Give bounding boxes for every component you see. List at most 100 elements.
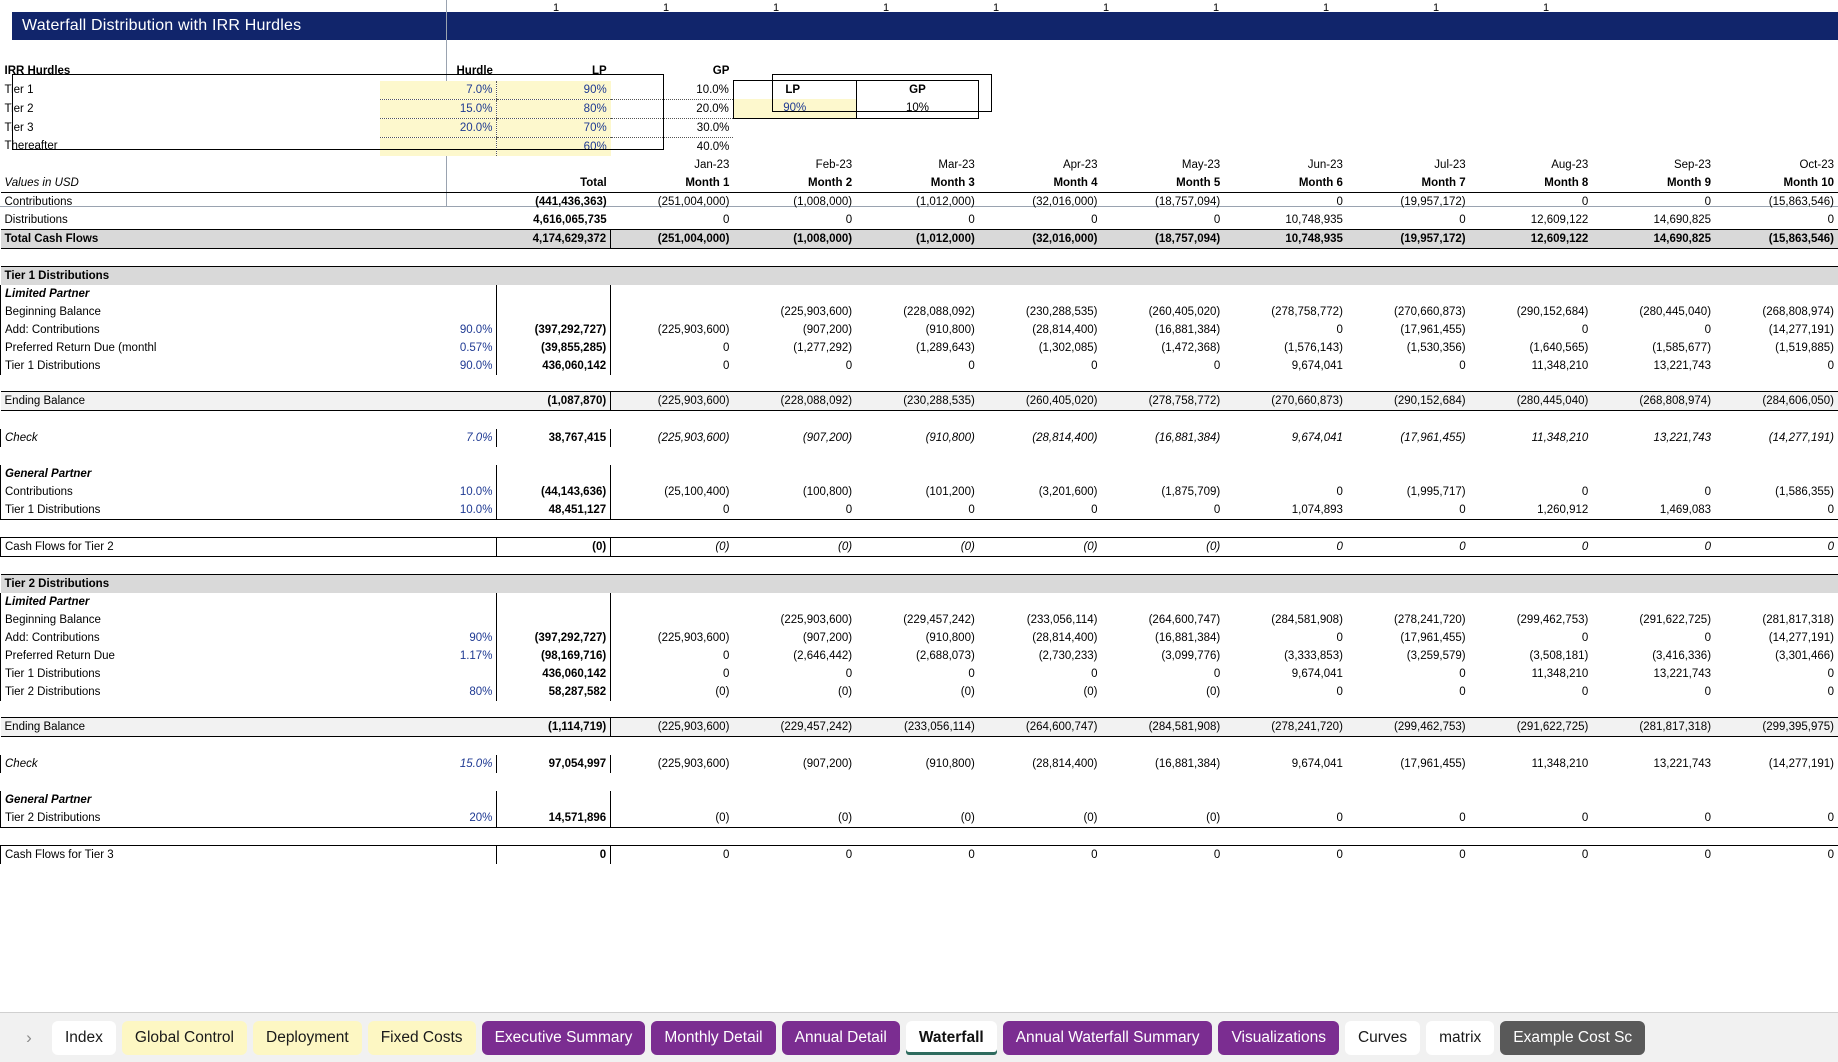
cell	[979, 81, 1102, 100]
row-value: 9,674,041	[1224, 357, 1347, 375]
row-value: (0)	[1102, 683, 1225, 701]
row-value: (19,957,172)	[1347, 229, 1470, 248]
cell	[497, 156, 611, 174]
row-total: (44,143,636)	[497, 483, 611, 501]
cell	[733, 791, 856, 809]
cell	[1224, 465, 1347, 483]
row-value: (225,903,600)	[611, 629, 734, 647]
row-value: 0	[1224, 483, 1347, 501]
row-value: (284,606,050)	[1715, 392, 1838, 411]
row-value: (0)	[1102, 537, 1225, 556]
spacer-cell	[1, 701, 1838, 718]
row-label: Add: Contributions	[1, 321, 380, 339]
row-total: 4,174,629,372	[497, 229, 611, 248]
tier2-cf-gap-row	[1, 827, 1838, 845]
row-value: (268,808,974)	[1592, 392, 1715, 411]
row-value: (0)	[979, 537, 1102, 556]
row-percent	[380, 611, 497, 629]
cell	[1102, 81, 1225, 100]
row-value: 0	[733, 845, 856, 864]
row-label: Tier 2 Distributions	[1, 683, 380, 701]
sheet-tab-annual-detail[interactable]: Annual Detail	[782, 1021, 900, 1055]
row-percent	[380, 718, 497, 737]
sheet-tab-waterfall[interactable]: Waterfall	[906, 1021, 997, 1055]
cell	[1347, 791, 1470, 809]
row-percent: 90.0%	[380, 321, 497, 339]
row-value: (268,808,974)	[1715, 303, 1838, 321]
cell	[1347, 285, 1470, 303]
row-value: (1,576,143)	[1224, 339, 1347, 357]
row-value: (3,259,579)	[1347, 647, 1470, 665]
spacer-cell	[1, 375, 1838, 392]
row-label: Tier 1 Distributions	[1, 357, 380, 375]
tier1-gp-row: Contributions10.0%(44,143,636)(25,100,40…	[1, 483, 1838, 501]
row-value: 0	[1224, 683, 1347, 701]
spacer-cell	[1, 411, 1838, 429]
spreadsheet-window: 1111111111 Waterfall Distribution with I…	[0, 0, 1838, 1062]
row-value: (0)	[979, 809, 1102, 828]
row-value: (299,395,975)	[1715, 718, 1838, 737]
cell	[1347, 266, 1470, 285]
tier2-ending-balance-row: Ending Balance(1,114,719)(225,903,600)(2…	[1, 718, 1838, 737]
row-value: (225,903,600)	[733, 611, 856, 629]
row-value: 0	[733, 357, 856, 375]
row-value: 0	[1347, 357, 1470, 375]
row-value: (1,012,000)	[856, 192, 979, 211]
month-header: Month 8	[1470, 174, 1593, 193]
row-value: (907,200)	[733, 321, 856, 339]
cell	[1224, 791, 1347, 809]
sheet-tab-visualizations[interactable]: Visualizations	[1218, 1021, 1339, 1055]
sheet-tab-example-cost-sc[interactable]: Example Cost Sc	[1500, 1021, 1645, 1055]
cell	[1, 156, 380, 174]
row-label: Check	[1, 755, 380, 773]
row-percent: 1.17%	[380, 647, 497, 665]
row-value: (0)	[979, 683, 1102, 701]
cell	[1347, 465, 1470, 483]
cell	[611, 285, 734, 303]
row-percent	[380, 392, 497, 411]
row-value: 0	[1715, 683, 1838, 701]
row-percent	[380, 303, 497, 321]
initial-equity-box	[772, 74, 992, 112]
cash-flows-tier3-row: Cash Flows for Tier 300000000000	[1, 845, 1838, 864]
row-percent	[380, 229, 497, 248]
tab-nav-next-icon[interactable]: ›	[12, 1028, 46, 1048]
row-label: Cash Flows for Tier 3	[1, 845, 380, 864]
month-header: Month 3	[856, 174, 979, 193]
irr-hurdle-box	[12, 74, 664, 150]
row-label: Add: Contributions	[1, 629, 380, 647]
sheet-tab-index[interactable]: Index	[52, 1021, 116, 1055]
row-value: (281,817,318)	[1715, 611, 1838, 629]
tier1-gp-heading: General Partner	[1, 465, 380, 483]
sheet-tab-strip: › IndexGlobal ControlDeploymentFixed Cos…	[0, 1012, 1838, 1062]
cell	[856, 465, 979, 483]
row-percent: 90.0%	[380, 357, 497, 375]
sheet-tab-annual-waterfall-summary[interactable]: Annual Waterfall Summary	[1003, 1021, 1213, 1055]
row-percent	[380, 537, 497, 556]
tier2-gp-heading-row: General Partner	[1, 791, 1838, 809]
sheet-tab-executive-summary[interactable]: Executive Summary	[482, 1021, 646, 1055]
row-value: (260,405,020)	[979, 392, 1102, 411]
sheet-tab-curves[interactable]: Curves	[1345, 1021, 1420, 1055]
row-value: (0)	[856, 809, 979, 828]
row-value: (100,800)	[733, 483, 856, 501]
row-value	[611, 611, 734, 629]
row-value: (278,241,720)	[1224, 718, 1347, 737]
row-percent: 10.0%	[380, 501, 497, 520]
cell	[1470, 791, 1593, 809]
date-header: Feb-23	[733, 156, 856, 174]
sheet-tab-deployment[interactable]: Deployment	[253, 1021, 362, 1055]
tier1-lp-heading-row: Limited Partner	[1, 285, 1838, 303]
sheet-tab-fixed-costs[interactable]: Fixed Costs	[368, 1021, 476, 1055]
tier1-gp-gap-row	[1, 447, 1838, 465]
row-label: Cash Flows for Tier 2	[1, 537, 380, 556]
cell	[1224, 574, 1347, 593]
month-header: Month 6	[1224, 174, 1347, 193]
row-label: Tier 1 Distributions	[1, 665, 380, 683]
date-header: Sep-23	[1592, 156, 1715, 174]
sheet-tab-global-control[interactable]: Global Control	[122, 1021, 247, 1055]
sheet-tab-matrix[interactable]: matrix	[1426, 1021, 1494, 1055]
sheet-tab-monthly-detail[interactable]: Monthly Detail	[651, 1021, 775, 1055]
row-value: (0)	[856, 683, 979, 701]
row-value: 12,609,122	[1470, 211, 1593, 230]
